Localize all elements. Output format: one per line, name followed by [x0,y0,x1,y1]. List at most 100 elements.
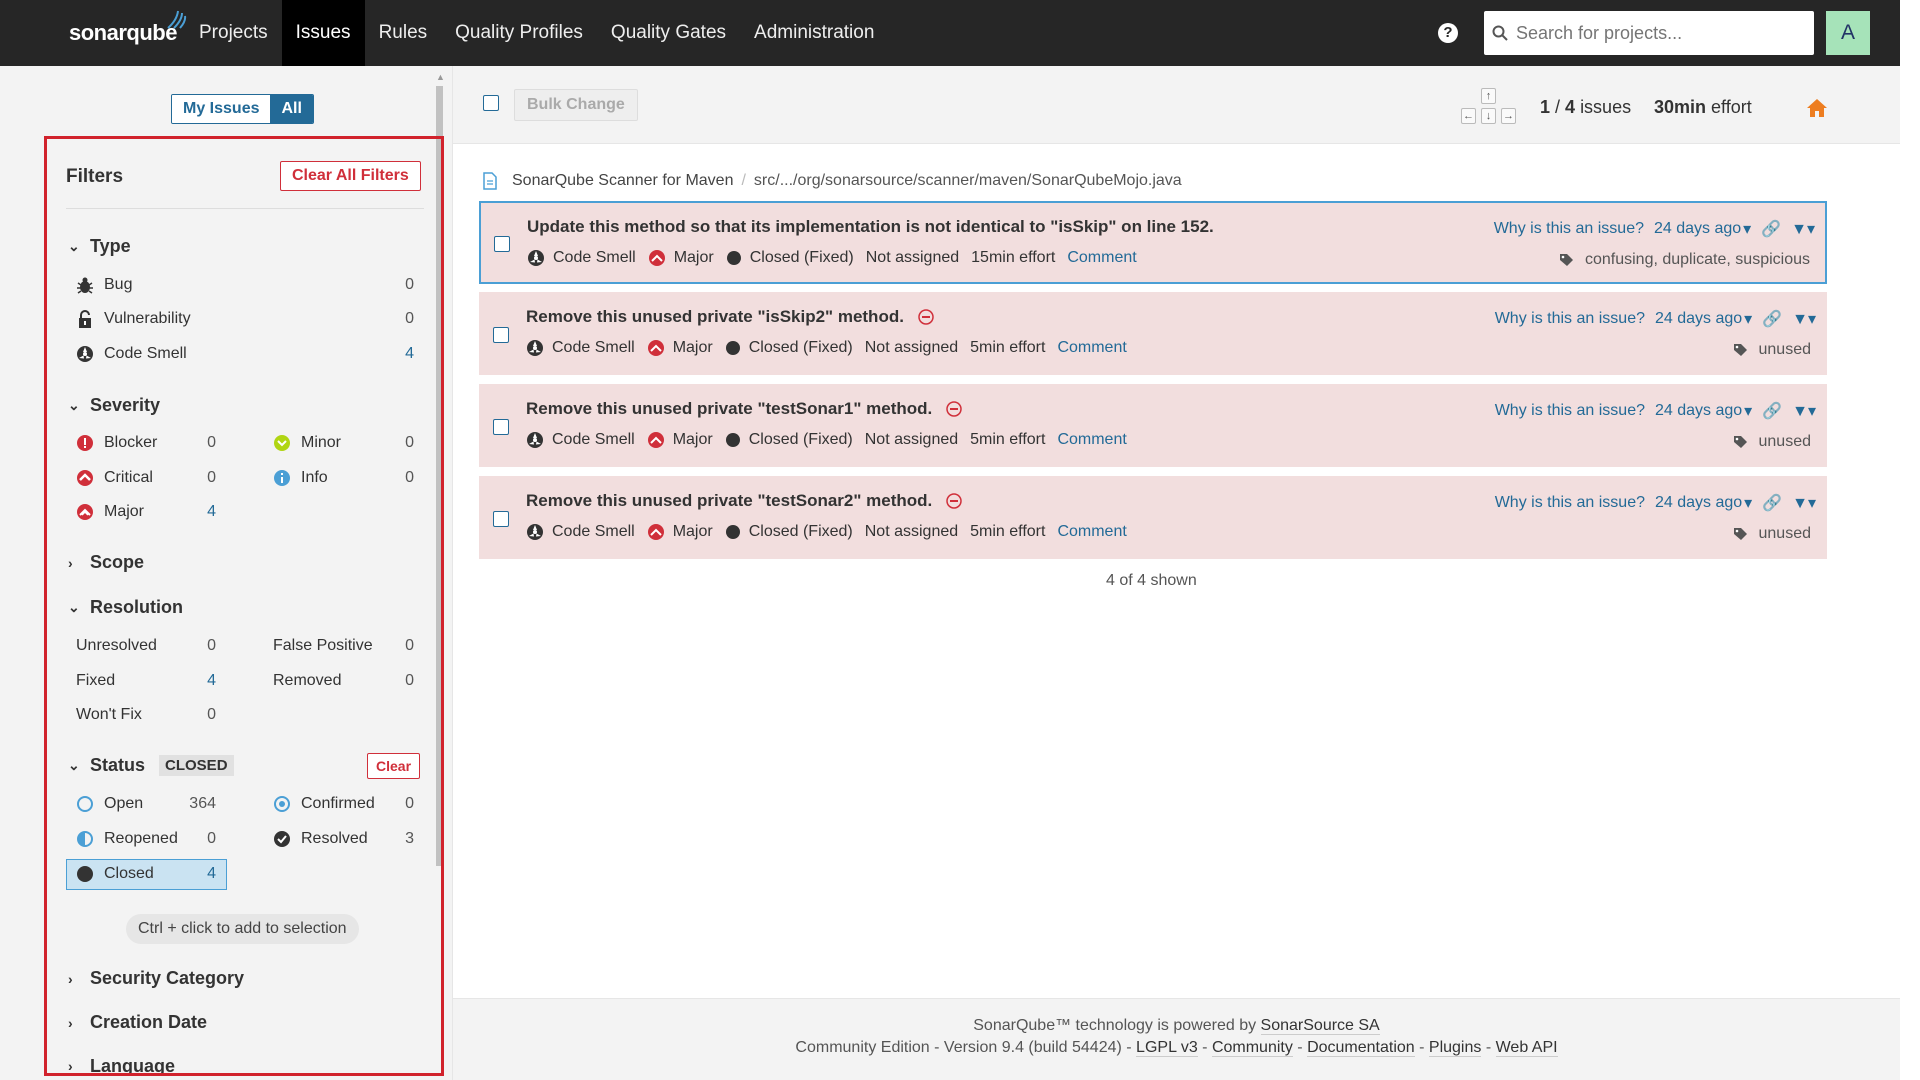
issue-date[interactable]: 24 days ago [1655,494,1742,512]
sidebar-scrollbar[interactable] [436,86,443,866]
why-issue-link[interactable]: Why is this an issue? [1494,220,1644,238]
why-issue-link[interactable]: Why is this an issue? [1495,402,1645,420]
bulk-change-button[interactable]: Bulk Change [514,89,638,121]
issue-message[interactable]: Update this method so that its implement… [527,217,1214,237]
file-path[interactable]: src/.../org/sonarsource/scanner/maven/So… [754,172,1182,190]
nav-projects[interactable]: Projects [185,0,282,66]
facet-resolution-header[interactable]: ⌄ Resolution [68,597,183,618]
facet-status-header[interactable]: ⌄ Status CLOSED [68,755,234,776]
issue-checkbox[interactable] [493,511,509,527]
home-icon[interactable] [1806,97,1828,119]
issue-type[interactable]: Code Smell [526,523,635,541]
filter-icon[interactable]: ▼▾ [1791,219,1815,239]
nav-quality-profiles[interactable]: Quality Profiles [441,0,597,66]
facet-type-header[interactable]: ⌄ Type [68,236,131,257]
facet-status-resolved[interactable]: Resolved 3 [273,830,414,848]
issue-status[interactable]: Closed (Fixed) [726,249,854,267]
facet-type-vulnerability[interactable]: Vulnerability 0 [76,310,414,328]
issue-tags[interactable]: unused [1733,341,1811,359]
issue-date[interactable]: 24 days ago [1655,402,1742,420]
facet-security-category-header[interactable]: › Security Category [68,968,244,989]
facet-scope-header[interactable]: › Scope [68,552,144,573]
permalink-icon[interactable]: 🔗 [1761,219,1781,239]
license-link[interactable]: LGPL v3 [1136,1039,1198,1057]
filter-icon[interactable]: ▼▾ [1792,493,1816,513]
sonarsource-link[interactable]: SonarSource SA [1260,1017,1380,1035]
window-scrollbar[interactable] [1900,0,1920,1080]
facet-creation-date-header[interactable]: › Creation Date [68,1012,207,1033]
issue-tags[interactable]: unused [1733,525,1811,543]
project-link[interactable]: SonarQube Scanner for Maven [512,172,733,190]
issue-row-3[interactable]: Remove this unused private "testSonar1" … [479,384,1827,467]
issue-checkbox[interactable] [493,327,509,343]
community-link[interactable]: Community [1211,1039,1293,1057]
facet-severity-info[interactable]: Info 0 [273,469,414,487]
facet-status-reopened[interactable]: Reopened 0 [76,830,216,848]
facet-status-open[interactable]: Open 364 [76,795,216,813]
comment-link[interactable]: Comment [1067,249,1136,267]
nav-rules[interactable]: Rules [365,0,442,66]
facet-type-bug[interactable]: Bug 0 [76,276,414,294]
sonarqube-logo[interactable]: sonarqube [69,10,187,46]
documentation-link[interactable]: Documentation [1307,1039,1415,1057]
why-issue-link[interactable]: Why is this an issue? [1495,310,1645,328]
issue-message[interactable]: Remove this unused private "testSonar1" … [526,399,963,419]
filter-icon[interactable]: ▼▾ [1792,401,1816,421]
issue-severity[interactable]: Major [647,339,713,357]
permalink-icon[interactable]: 🔗 [1762,309,1782,329]
facet-resolution-false-positive[interactable]: False Positive 0 [273,637,414,655]
facet-resolution-unresolved[interactable]: Unresolved 0 [76,637,216,655]
issue-type[interactable]: Code Smell [526,431,635,449]
plugins-link[interactable]: Plugins [1428,1039,1482,1057]
issue-message[interactable]: Remove this unused private "isSkip2" met… [526,307,934,327]
my-issues-button[interactable]: My Issues [172,95,271,123]
issue-severity[interactable]: Major [647,523,713,541]
all-issues-button[interactable]: All [270,95,313,123]
facet-language-header[interactable]: › Language [68,1056,175,1076]
facet-status-confirmed[interactable]: Confirmed 0 [273,795,414,813]
issue-checkbox[interactable] [494,236,510,252]
comment-link[interactable]: Comment [1057,523,1126,541]
permalink-icon[interactable]: 🔗 [1762,493,1782,513]
issue-status[interactable]: Closed (Fixed) [725,431,853,449]
select-all-checkbox[interactable] [483,95,499,111]
issue-type[interactable]: Code Smell [526,339,635,357]
facet-severity-critical[interactable]: Critical 0 [76,469,216,487]
facet-severity-blocker[interactable]: Blocker 0 [76,434,216,452]
issue-status[interactable]: Closed (Fixed) [725,523,853,541]
nav-issues[interactable]: Issues [281,0,365,66]
facet-status-closed[interactable]: Closed 4 [76,865,216,883]
issue-type[interactable]: Code Smell [527,249,636,267]
scroll-up-arrow-icon[interactable]: ▲ [436,72,445,82]
filter-icon[interactable]: ▼▾ [1792,309,1816,329]
web-api-link[interactable]: Web API [1495,1039,1558,1057]
facet-severity-minor[interactable]: Minor 0 [273,434,414,452]
facet-resolution-fixed[interactable]: Fixed 4 [76,672,216,690]
why-issue-link[interactable]: Why is this an issue? [1495,494,1645,512]
user-avatar[interactable]: A [1826,11,1870,55]
issue-severity[interactable]: Major [647,431,713,449]
help-icon[interactable]: ? [1438,23,1458,43]
issue-checkbox[interactable] [493,419,509,435]
facet-severity-major[interactable]: Major 4 [76,503,216,521]
issue-row-4[interactable]: Remove this unused private "testSonar2" … [479,476,1827,559]
comment-link[interactable]: Comment [1057,431,1126,449]
issue-date[interactable]: 24 days ago [1655,310,1742,328]
facet-severity-header[interactable]: ⌄ Severity [68,395,160,416]
issue-status[interactable]: Closed (Fixed) [725,339,853,357]
facet-resolution-wontfix[interactable]: Won't Fix 0 [76,706,216,724]
nav-administration[interactable]: Administration [740,0,888,66]
issue-tags[interactable]: unused [1733,433,1811,451]
issue-row-1[interactable]: Update this method so that its implement… [479,201,1827,284]
issue-assignee[interactable]: Not assigned [865,523,958,541]
search-input[interactable] [1516,22,1806,44]
comment-link[interactable]: Comment [1057,339,1126,357]
issue-message[interactable]: Remove this unused private "testSonar2" … [526,491,963,511]
clear-status-button[interactable]: Clear [367,753,421,779]
search-box[interactable] [1484,11,1814,55]
issue-date[interactable]: 24 days ago [1654,220,1741,238]
issue-row-2[interactable]: Remove this unused private "isSkip2" met… [479,292,1827,375]
nav-quality-gates[interactable]: Quality Gates [597,0,740,66]
clear-all-filters-button[interactable]: Clear All Filters [280,161,421,191]
issue-tags[interactable]: confusing, duplicate, suspicious [1559,251,1810,269]
